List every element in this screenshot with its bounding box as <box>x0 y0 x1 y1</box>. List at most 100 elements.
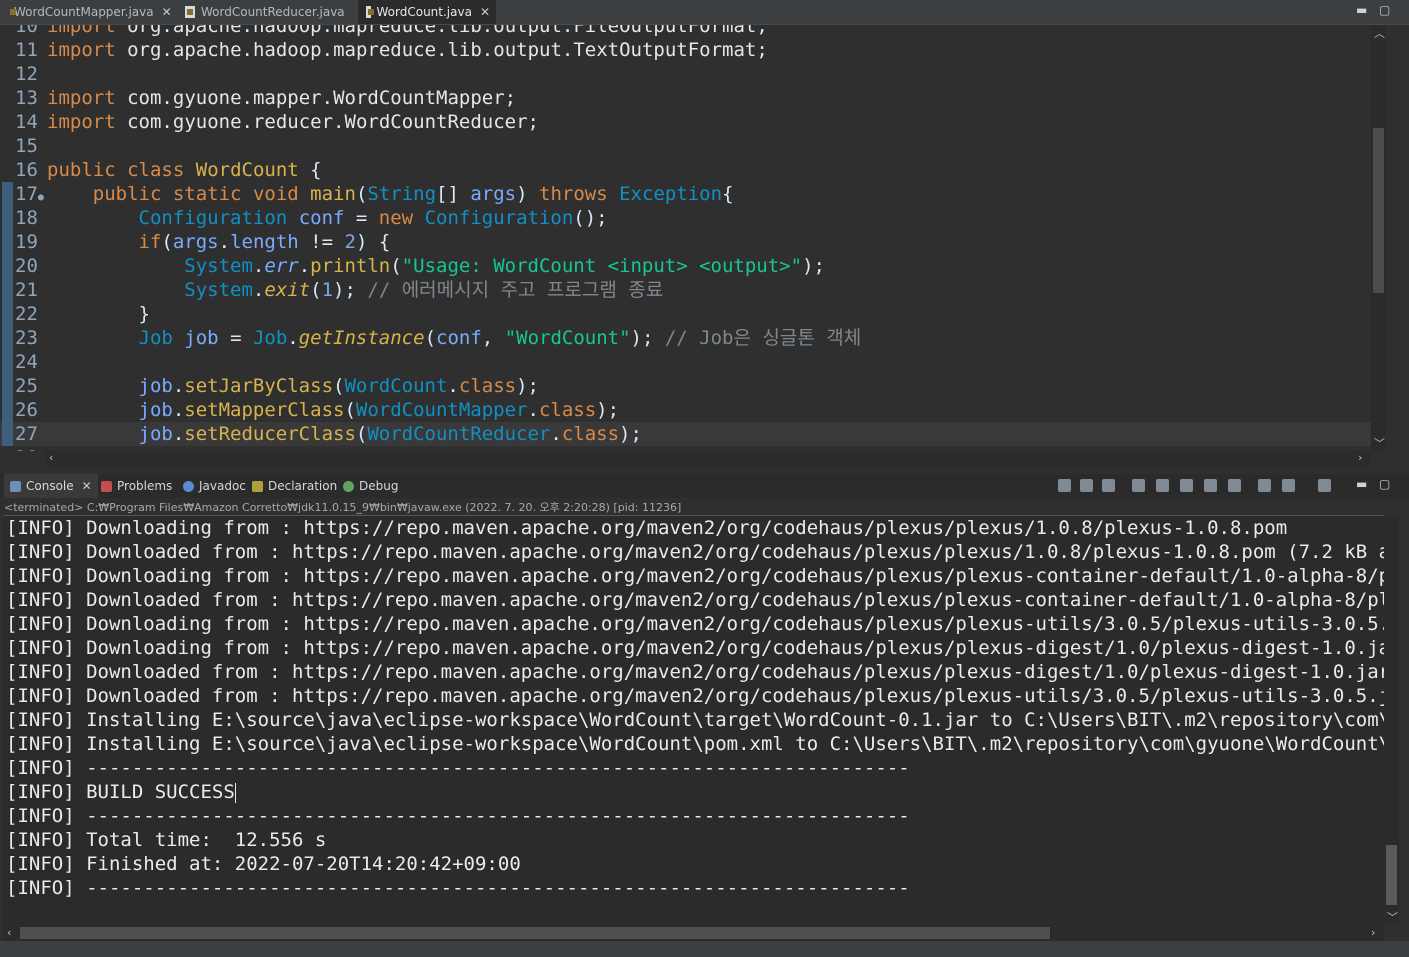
code-text: job.setMapperClass(WordCountMapper.class… <box>138 399 620 421</box>
scrollbar-thumb[interactable] <box>1373 128 1384 293</box>
line-number: 13 <box>15 87 38 109</box>
scrollbar-thumb[interactable] <box>1386 845 1397 905</box>
console-icon <box>10 480 21 492</box>
code-text: } <box>47 303 150 325</box>
code-line[interactable]: 18 Configuration conf = new Configuratio… <box>0 206 1371 230</box>
tab-label: Debug <box>359 479 399 493</box>
code-line[interactable]: 22 } <box>0 302 1371 326</box>
code-line[interactable]: 20 System.err.println("Usage: WordCount … <box>0 254 1371 278</box>
minimize-icon[interactable]: ▬ <box>1356 3 1367 17</box>
editor-vertical-scrollbar[interactable]: ︿ ﹀ <box>1371 25 1386 451</box>
code-line[interactable]: 26 job.setMapperClass(WordCountMapper.cl… <box>0 398 1371 422</box>
scroll-down-icon[interactable]: ﹀ <box>1387 909 1398 925</box>
code-line[interactable]: 13 import com.gyuone.mapper.WordCountMapp… <box>0 86 1371 110</box>
maximize-icon[interactable]: ▢ <box>1379 3 1390 17</box>
code-text: Job job = Job.getInstance(conf, "WordCou… <box>138 327 862 349</box>
maximize-icon[interactable]: ▢ <box>1379 477 1390 491</box>
editor-horizontal-scrollbar[interactable]: ‹ › <box>45 451 1371 466</box>
line-number: 22 <box>15 303 38 325</box>
process-status-label: <terminated> C:₩Program Files₩Amazon Cor… <box>4 501 682 514</box>
show-on-output-icon[interactable] <box>1204 479 1217 492</box>
remove-launch-icon[interactable] <box>1080 479 1093 492</box>
code-line[interactable]: 11 import org.apache.hadoop.mapreduce.lib… <box>0 38 1371 62</box>
code-line[interactable]: 25 job.setJarByClass(WordCount.class); <box>0 374 1371 398</box>
code-line[interactable]: 24 <box>0 350 1371 374</box>
line-number: 11 <box>15 39 38 61</box>
debug-icon <box>343 480 354 492</box>
code-line[interactable]: 10 import org.apache.hadoop.mapreduce.lib… <box>0 25 1371 38</box>
tab-wordcountreducer[interactable]: WordCountReducer.java <box>177 0 357 24</box>
line-number: 21 <box>15 279 38 301</box>
line-number: 16 <box>15 159 38 181</box>
code-text: import com.gyuone.mapper.WordCountMapper… <box>47 87 517 109</box>
console-line: [INFO] ---------------------------------… <box>6 877 910 899</box>
code-editor[interactable]: 10 import org.apache.hadoop.mapreduce.lib… <box>0 25 1371 451</box>
code-line[interactable]: 21 System.exit(1); // 에러메시지 주고 프로그램 종료 <box>0 278 1371 302</box>
tab-label: Console <box>26 479 74 493</box>
code-text: if(args.length != 2) { <box>138 231 391 253</box>
code-text: import org.apache.hadoop.mapreduce.lib.o… <box>47 25 768 37</box>
close-icon[interactable]: ✕ <box>162 5 172 19</box>
console-line: [INFO] Downloading from : https://repo.m… <box>6 637 1384 659</box>
display-console-icon[interactable] <box>1282 479 1295 492</box>
tab-declaration[interactable]: Declaration <box>252 474 337 498</box>
tab-javadoc[interactable]: Javadoc <box>183 474 246 498</box>
console-output[interactable]: [INFO] Downloading from : https://repo.m… <box>3 515 1384 926</box>
code-line[interactable]: 15 <box>0 134 1371 158</box>
clear-console-icon[interactable] <box>1132 479 1145 492</box>
terminate-icon[interactable] <box>1058 479 1071 492</box>
console-horizontal-scrollbar[interactable]: ‹ › <box>3 925 1384 941</box>
code-line[interactable]: 16 public class WordCount { <box>0 158 1371 182</box>
scroll-down-icon[interactable]: ﹀ <box>1374 435 1385 451</box>
tab-wordcountmapper[interactable]: WordCountMapper.java ✕ <box>0 0 176 24</box>
show-on-error-icon[interactable] <box>1228 479 1241 492</box>
word-wrap-icon[interactable] <box>1180 479 1193 492</box>
tab-console[interactable]: Console ✕ <box>4 474 98 498</box>
scroll-right-icon[interactable]: › <box>1371 926 1375 939</box>
code-text: public class WordCount { <box>47 159 322 181</box>
pin-console-icon[interactable] <box>1258 479 1271 492</box>
console-vertical-scrollbar[interactable]: ﹀ <box>1384 515 1399 925</box>
code-line[interactable]: 19 if(args.length != 2) { <box>0 230 1371 254</box>
scroll-up-icon[interactable]: ︿ <box>1374 25 1385 41</box>
console-line: [INFO] Downloading from : https://repo.m… <box>6 517 1288 539</box>
scroll-right-icon[interactable]: › <box>1358 451 1362 464</box>
declaration-icon <box>252 480 263 492</box>
tab-label: Problems <box>117 479 173 493</box>
line-number: 15 <box>15 135 38 157</box>
minimize-icon[interactable]: ▬ <box>1356 477 1367 491</box>
tab-debug[interactable]: Debug <box>343 474 398 498</box>
code-text: System.exit(1); // 에러메시지 주고 프로그램 종료 <box>184 279 664 301</box>
line-number: 14 <box>15 111 38 133</box>
remove-all-terminated-icon[interactable] <box>1102 479 1115 492</box>
close-icon[interactable]: ✕ <box>82 479 92 493</box>
close-icon[interactable]: ✕ <box>480 5 490 19</box>
line-number: 20 <box>15 255 38 277</box>
code-text: import org.apache.hadoop.mapreduce.lib.o… <box>47 39 768 61</box>
open-console-icon[interactable] <box>1318 479 1331 492</box>
console-line: [INFO] ---------------------------------… <box>6 805 910 827</box>
code-line[interactable]: 12 <box>0 62 1371 86</box>
view-tab-bar: Console ✕ Problems Javadoc Declaration D… <box>0 474 1409 498</box>
code-text: Configuration conf = new Configuration()… <box>138 207 608 229</box>
code-line[interactable]: 14 import com.gyuone.reducer.WordCountRed… <box>0 110 1371 134</box>
code-text: job.setReducerClass(WordCountReducer.cla… <box>138 423 642 445</box>
status-bar <box>0 941 1409 957</box>
line-number: 10 <box>15 25 38 37</box>
code-text: public static void main(String[] args) t… <box>92 183 734 205</box>
code-line[interactable]: 17● public static void main(String[] arg… <box>0 182 1371 206</box>
java-file-icon <box>366 6 374 18</box>
code-text: System.err.println("Usage: WordCount <in… <box>184 255 825 277</box>
tab-wordcount[interactable]: WordCount.java ✕ <box>358 0 496 24</box>
scroll-left-icon[interactable]: ‹ <box>7 926 11 939</box>
scroll-lock-icon[interactable] <box>1156 479 1169 492</box>
tab-label: WordCountReducer.java <box>201 5 345 19</box>
code-line[interactable]: 23 Job job = Job.getInstance(conf, "Word… <box>0 326 1371 350</box>
tab-problems[interactable]: Problems <box>101 474 172 498</box>
line-number: 18 <box>15 207 38 229</box>
problems-icon <box>101 480 112 492</box>
scroll-left-icon[interactable]: ‹ <box>49 451 53 464</box>
line-number: 26 <box>15 399 38 421</box>
scrollbar-thumb[interactable] <box>20 927 1050 939</box>
code-line[interactable]: 27 job.setReducerClass(WordCountReducer.… <box>0 422 1371 446</box>
